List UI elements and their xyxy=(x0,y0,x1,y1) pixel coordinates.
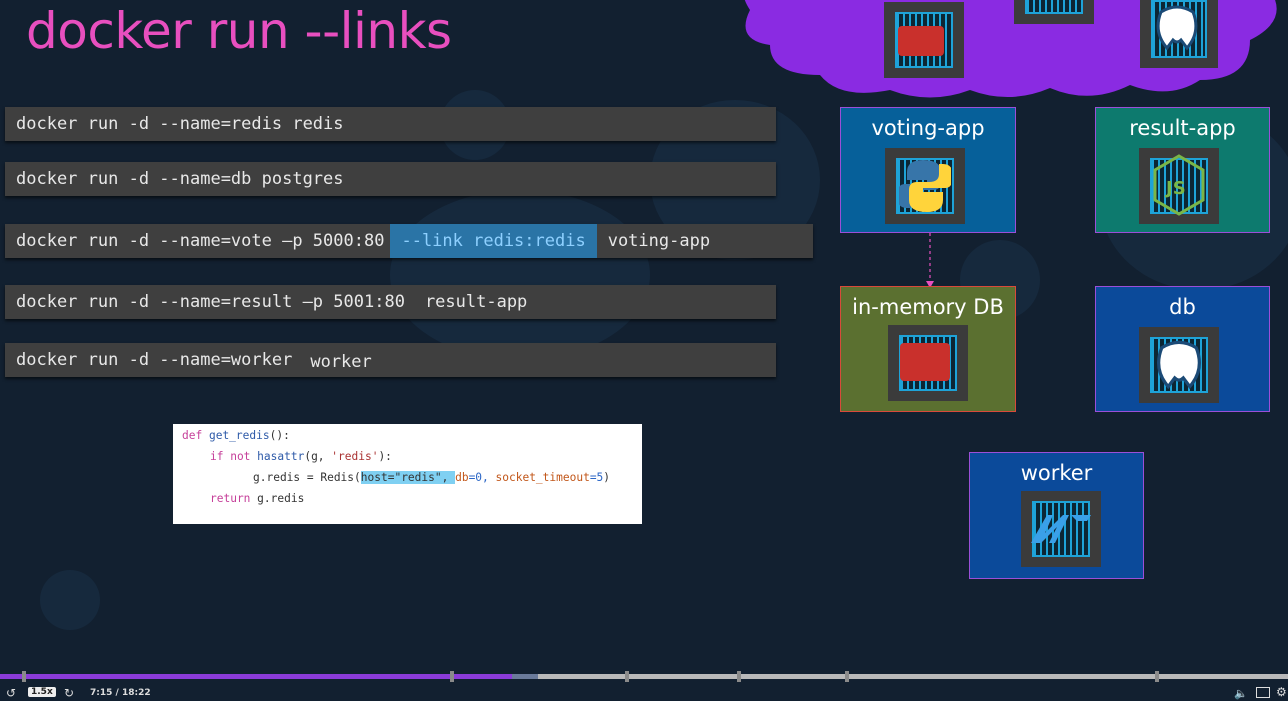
command-worker: docker run -d --name=worker worker xyxy=(5,343,776,377)
captions-icon[interactable] xyxy=(1256,687,1270,698)
container-icon xyxy=(1014,0,1094,24)
db-box: db xyxy=(1095,286,1270,412)
image-argument: result-app xyxy=(424,292,528,312)
chapter-marker[interactable] xyxy=(450,671,454,682)
command-text: docker run -d --name=redis redis xyxy=(16,114,344,134)
image-argument: worker xyxy=(310,352,372,372)
voting-app-box: voting-app xyxy=(840,107,1016,233)
code-line: g.redis = Redis(host="redis", db=0, sock… xyxy=(253,471,611,484)
link-option-highlight: --link redis:redis xyxy=(390,224,597,258)
background-decoration xyxy=(390,190,650,360)
postgres-container-icon xyxy=(1139,327,1219,403)
volume-icon[interactable]: 🔈 xyxy=(1234,687,1248,700)
redis-container-icon xyxy=(888,325,968,401)
connection-arrow xyxy=(926,233,934,288)
python-container-icon xyxy=(885,148,965,224)
progress-played xyxy=(0,674,512,679)
dotnet-container-icon xyxy=(1021,491,1101,567)
progress-buffered xyxy=(512,674,538,679)
command-text: docker run -d --name=worker xyxy=(16,350,293,370)
box-label: worker xyxy=(1020,461,1093,485)
image-argument: voting-app xyxy=(607,231,711,251)
worker-box: worker xyxy=(969,452,1144,579)
settings-icon[interactable]: ⚙ xyxy=(1276,685,1287,699)
postgres-container-icon xyxy=(1140,0,1218,68)
code-line: if not hasattr(g, 'redis'): xyxy=(210,450,392,463)
player-controls: ↺ 1.5x ↻ 7:15 / 18:22 🔈 ⚙ xyxy=(0,683,1288,701)
code-snippet: def get_redis(): if not hasattr(g, 'redi… xyxy=(173,424,642,524)
box-label: db xyxy=(1169,295,1196,319)
chapter-marker[interactable] xyxy=(625,671,629,682)
in-memory-db-box: in-memory DB xyxy=(840,286,1016,412)
time-display: 7:15 / 18:22 xyxy=(90,688,151,698)
chapter-marker[interactable] xyxy=(1155,671,1159,682)
result-app-box: result-app JS xyxy=(1095,107,1270,233)
chapter-marker[interactable] xyxy=(22,671,26,682)
box-label: voting-app xyxy=(871,116,985,140)
rewind-icon[interactable]: ↺ xyxy=(6,686,16,700)
command-vote: docker run -d --name=vote –p 5000:80 --l… xyxy=(5,224,813,258)
selected-code: host="redis", xyxy=(360,471,456,484)
speed-button[interactable]: 1.5x xyxy=(28,687,56,697)
slide-title: docker run --links xyxy=(26,2,452,60)
box-label: result-app xyxy=(1129,116,1236,140)
command-text: docker run -d --name=result –p 5001:80 xyxy=(16,292,405,312)
code-line: def get_redis(): xyxy=(182,429,290,442)
nodejs-container-icon: JS xyxy=(1139,148,1219,224)
forward-icon[interactable]: ↻ xyxy=(64,686,74,700)
video-progress-bar[interactable] xyxy=(0,671,1288,682)
command-redis: docker run -d --name=redis redis xyxy=(5,107,776,141)
chapter-marker[interactable] xyxy=(737,671,741,682)
box-label: in-memory DB xyxy=(852,295,1004,319)
command-text: docker run -d --name=vote –p 5000:80 xyxy=(16,231,385,251)
command-result: docker run -d --name=result –p 5001:80 r… xyxy=(5,285,776,319)
command-db: docker run -d --name=db postgres xyxy=(5,162,776,196)
svg-text:JS: JS xyxy=(1164,178,1186,199)
redis-container-icon xyxy=(884,2,964,78)
background-decoration xyxy=(40,570,100,630)
code-line: return g.redis xyxy=(210,492,305,505)
chapter-marker[interactable] xyxy=(845,671,849,682)
command-text: docker run -d --name=db postgres xyxy=(16,169,344,189)
